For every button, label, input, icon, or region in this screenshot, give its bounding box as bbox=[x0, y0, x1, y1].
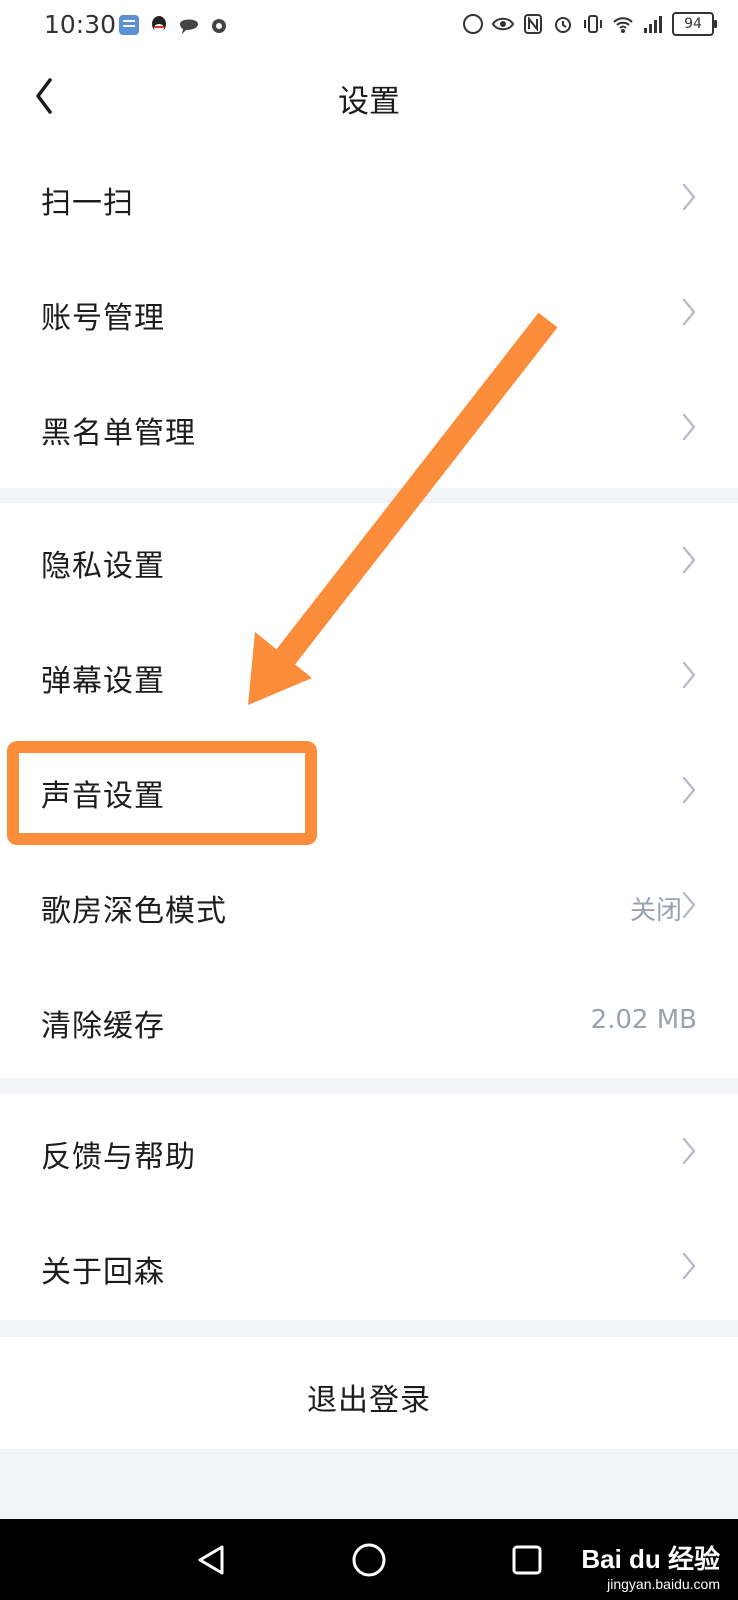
watermark-url: jingyan.baidu.com bbox=[607, 1576, 720, 1592]
nav-recents-icon[interactable] bbox=[511, 1544, 543, 1576]
watermark-brand: Bai du 经验 bbox=[581, 1544, 720, 1574]
baidu-watermark: Bai du 经验 jingyan.baidu.com bbox=[581, 1539, 720, 1592]
nav-home-icon[interactable] bbox=[351, 1542, 387, 1578]
nav-back-icon[interactable] bbox=[194, 1543, 228, 1577]
annotation-highlight-box bbox=[7, 741, 317, 845]
system-nav-bar: Bai du 经验 jingyan.baidu.com bbox=[0, 1519, 738, 1600]
